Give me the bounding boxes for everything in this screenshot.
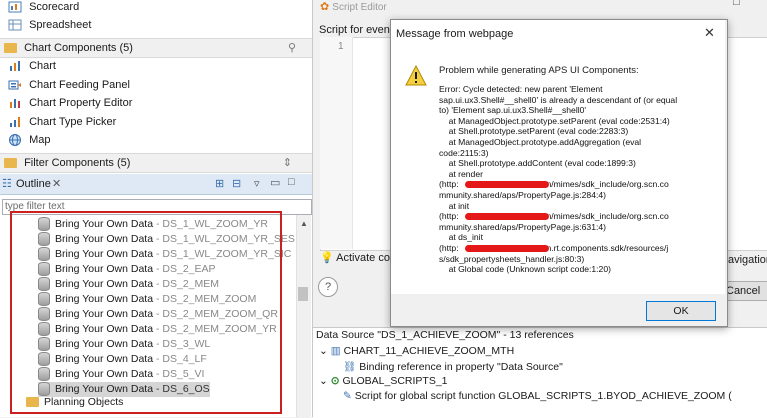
globe-icon — [9, 134, 21, 147]
outline-title: Outline — [16, 178, 51, 190]
component-item-chart[interactable]: Chart — [8, 57, 56, 75]
activate-label: Activate co — [336, 252, 390, 264]
script-editor-title: ✿ Script Editor — [320, 0, 387, 13]
folder-icon — [4, 43, 17, 54]
redaction-mark — [465, 213, 549, 220]
scrollbar-thumb[interactable] — [298, 287, 308, 301]
dialog-titlebar: Message from webpage ✕ — [391, 20, 725, 46]
reference-item[interactable]: ⌄ ⊙ GLOBAL_SCRIPTS_1 — [319, 375, 448, 387]
feeding-panel-icon — [8, 80, 21, 90]
component-item-chart-type-picker[interactable]: Chart Type Picker — [8, 113, 116, 131]
scroll-up-icon[interactable]: ▲ — [300, 219, 308, 228]
spreadsheet-icon — [8, 19, 22, 31]
app-icon: ✿ — [320, 1, 330, 13]
view-menu-icon[interactable]: ▿ — [254, 177, 260, 190]
maximize-icon[interactable]: □ — [288, 176, 295, 188]
dialog-title: Message from webpage — [396, 28, 514, 40]
lightbulb-icon: 💡 — [320, 252, 334, 264]
reference-label: CHART_11_ACHIEVE_ZOOM_MTH — [343, 345, 515, 357]
component-item-scorecard[interactable]: Scorecard — [8, 0, 79, 16]
warning-icon — [405, 65, 427, 86]
global-scripts-icon: ⊙ — [330, 375, 340, 387]
property-editor-icon — [10, 99, 20, 109]
folder-icon — [4, 158, 17, 169]
minimize-icon[interactable]: ▭ — [270, 176, 280, 189]
line-number: 1 — [338, 41, 344, 52]
component-label: Chart — [29, 60, 56, 72]
references-header: Data Source "DS_1_ACHIEVE_ZOOM" - 13 ref… — [316, 329, 574, 341]
chart-icon: ▥ — [330, 345, 341, 357]
window-close-icon[interactable]: □ — [733, 0, 740, 8]
reference-item[interactable]: ⛓ Binding reference in property "Data So… — [343, 360, 563, 373]
highlight-box — [10, 211, 282, 414]
references-panel: Data Source "DS_1_ACHIEVE_ZOOM" - 13 ref… — [313, 327, 767, 418]
component-item-chart-property-editor[interactable]: Chart Property Editor — [8, 94, 132, 112]
collapse-all-icon[interactable]: ⊟ — [232, 177, 241, 190]
components-panel: Scorecard Spreadsheet Chart Components (… — [0, 0, 313, 417]
component-label: Chart Feeding Panel — [29, 79, 130, 91]
outline-scrollbar[interactable]: ▲ — [296, 215, 311, 417]
scorecard-icon — [8, 1, 22, 13]
section-label: Chart Components (5) — [24, 42, 133, 54]
expand-chevron-icon[interactable]: ⌄ — [319, 345, 328, 357]
ok-button[interactable]: OK — [646, 301, 716, 321]
expand-chevron-icon[interactable]: ⌄ — [319, 375, 328, 387]
outline-icon: ☷ — [2, 178, 12, 190]
redaction-mark — [465, 245, 549, 252]
reference-label: Binding reference in property "Data Sour… — [359, 361, 563, 373]
line-gutter — [320, 37, 353, 249]
activate-hint: 💡 Activate co — [320, 251, 390, 264]
reference-label: GLOBAL_SCRIPTS_1 — [342, 375, 448, 387]
filter-components-header[interactable]: Filter Components (5) ⇕ — [0, 153, 312, 173]
close-icon[interactable]: ✕ — [52, 177, 61, 190]
chart-icon — [10, 61, 20, 72]
dialog-heading: Problem while generating APS UI Componen… — [439, 65, 639, 76]
expand-all-icon[interactable]: ⊞ — [215, 177, 224, 190]
section-label: Filter Components (5) — [24, 157, 131, 169]
navigation-label: avigation — [728, 254, 767, 266]
type-picker-icon — [10, 117, 20, 128]
script-editor-title-text: Script Editor — [332, 2, 387, 13]
component-item-chart-feeding-panel[interactable]: Chart Feeding Panel — [8, 76, 130, 94]
binding-icon: ⛓ — [343, 361, 357, 373]
component-label: Map — [29, 134, 51, 146]
reference-item[interactable]: ✎ Script for global script function GLOB… — [343, 390, 732, 402]
help-button[interactable]: ? — [318, 277, 338, 297]
script-icon: ✎ — [343, 390, 352, 402]
expand-icon[interactable]: ⇕ — [283, 154, 292, 172]
component-label: Scorecard — [29, 1, 80, 13]
component-item-map[interactable]: Map — [8, 131, 50, 149]
redaction-mark — [465, 181, 549, 188]
chart-components-header[interactable]: Chart Components (5) ⚲ — [0, 38, 312, 58]
outline-view-tab[interactable]: ☷ Outline ✕ ⊞ ⊟ ▿ ▭ □ — [0, 174, 312, 195]
pin-icon[interactable]: ⚲ — [288, 39, 296, 57]
dialog-close-icon[interactable]: ✕ — [704, 25, 715, 41]
script-for-event-label: Script for event — [319, 24, 393, 36]
component-item-spreadsheet[interactable]: Spreadsheet — [8, 16, 91, 34]
component-label: Spreadsheet — [29, 19, 92, 31]
component-label: Chart Type Picker — [29, 116, 117, 128]
component-label: Chart Property Editor — [29, 97, 133, 109]
reference-label: Script for global script function GLOBAL… — [354, 390, 732, 402]
reference-item[interactable]: ⌄ ▥ CHART_11_ACHIEVE_ZOOM_MTH — [319, 345, 514, 357]
